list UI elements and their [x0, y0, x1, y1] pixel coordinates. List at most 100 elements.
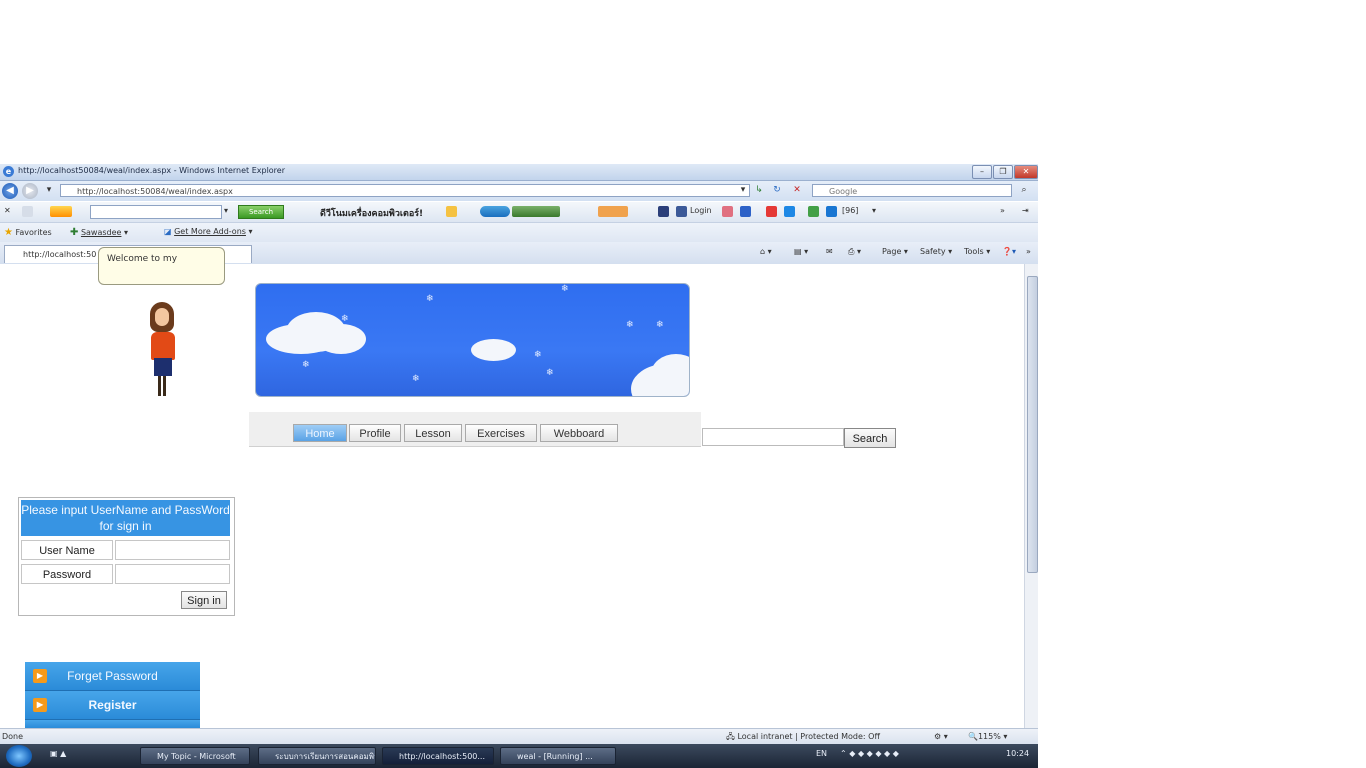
more-dropdown-icon[interactable]: ▾: [872, 206, 876, 215]
toolbar-row: ✕ ▾ Search ดีวีโนมเครื่องคอมพิวเตอร์! Lo…: [0, 202, 1038, 223]
weather-icon[interactable]: [808, 206, 819, 217]
vertical-scrollbar[interactable]: [1024, 264, 1038, 728]
toolbar-search-input[interactable]: [90, 205, 222, 219]
refresh-icon[interactable]: ↻: [770, 184, 784, 197]
start-button[interactable]: [6, 745, 32, 767]
facebook-icon[interactable]: [676, 206, 687, 217]
search-box[interactable]: Google: [812, 184, 1012, 197]
calendar-icon[interactable]: [740, 206, 751, 217]
toolbar-close-icon[interactable]: ✕: [4, 206, 11, 215]
page-content: ❄ ❄ ❄ ❄ ❄ ❄ ❄ ❄ ❄ Home Profile Lesson Ex…: [0, 264, 1024, 728]
command-overflow-icon[interactable]: »: [1026, 247, 1031, 256]
next-menu-button[interactable]: [25, 720, 200, 728]
site-search-button[interactable]: Search: [844, 428, 896, 448]
back-button[interactable]: ◀: [2, 183, 18, 199]
yahoo-icon[interactable]: [50, 206, 72, 217]
tools-menu[interactable]: Tools ▾: [964, 247, 990, 256]
help-icon[interactable]: ❓▾: [1002, 247, 1016, 256]
scroll-thumb[interactable]: [1027, 276, 1038, 573]
nav-lesson[interactable]: Lesson: [404, 424, 462, 442]
address-row: ◀ ▶ ▾ http://localhost:50084/weal/index.…: [0, 181, 1038, 201]
address-dropdown-icon[interactable]: ▾: [738, 184, 748, 197]
mail-read-icon[interactable]: ✉: [826, 247, 833, 256]
browser-window: e http://localhost50084/weal/index.aspx …: [0, 164, 1038, 768]
favorites-item-sawasdee[interactable]: ✚ Sawasdee ▾: [70, 227, 128, 238]
taskbar-item-vs[interactable]: weal - [Running] ...: [500, 747, 616, 765]
counter-badge[interactable]: [96]: [842, 206, 858, 215]
snowflake-icon: ❄: [341, 314, 349, 324]
avatar-face: [155, 308, 169, 326]
mail-icon[interactable]: [446, 206, 457, 217]
protected-mode-icon[interactable]: ⚙ ▾: [934, 729, 948, 745]
forget-password-button[interactable]: ▶ Forget Password: [25, 662, 200, 691]
zoom-control[interactable]: 🔍115% ▾: [968, 729, 1007, 745]
snowflake-icon: ❄: [302, 360, 310, 370]
history-dropdown-icon[interactable]: ▾: [44, 184, 54, 197]
clock[interactable]: 10:24: [1006, 749, 1029, 758]
close-button[interactable]: ✕: [1014, 165, 1038, 179]
signin-button[interactable]: Sign in: [181, 591, 227, 609]
facebook-login-label[interactable]: Login: [690, 206, 712, 215]
register-label: Register: [88, 698, 137, 712]
nav-webboard[interactable]: Webboard: [540, 424, 618, 442]
safety-menu-label: Safety: [920, 247, 946, 256]
login-panel: Please input UserName and PassWord for s…: [18, 497, 235, 616]
news-icon[interactable]: [766, 206, 777, 217]
maximize-button[interactable]: ❐: [993, 165, 1013, 179]
media-controls-icon[interactable]: [480, 206, 510, 217]
nav-exercises[interactable]: Exercises: [465, 424, 537, 442]
taskbar-item-site[interactable]: ระบบการเรียนการสอนคอมพิวเตอร์...: [258, 747, 376, 765]
quicklaunch-icons[interactable]: ▣ ▲: [50, 749, 66, 758]
toolbar-options-icon[interactable]: »: [1000, 206, 1005, 215]
password-field[interactable]: [115, 564, 230, 584]
zone-icon: 🖧: [726, 732, 735, 741]
taskbar-item-browser[interactable]: http://localhost:500...: [382, 747, 494, 765]
games-icon[interactable]: [598, 206, 628, 217]
compat-view-icon[interactable]: ↳: [752, 184, 766, 197]
forward-button[interactable]: ▶: [22, 183, 38, 199]
snowflake-icon: ❄: [561, 284, 569, 294]
toolbar-expand-icon[interactable]: ⇥: [1022, 206, 1029, 215]
favorites-item-addons[interactable]: ◪ Get More Add-ons ▾: [164, 227, 253, 236]
cloud: [316, 324, 366, 354]
favorites-label: Favorites: [15, 228, 52, 237]
security-zone[interactable]: 🖧 Local intranet | Protected Mode: Off: [726, 729, 880, 745]
favorites-button[interactable]: ★ Favorites: [4, 227, 52, 238]
toolbar-logo-icon[interactable]: [22, 206, 33, 217]
page-menu[interactable]: Page ▾: [882, 247, 908, 256]
stop-icon[interactable]: ✕: [790, 184, 804, 197]
login-heading: Please input UserName and PassWord for s…: [21, 500, 230, 536]
ie-logo-icon: e: [3, 166, 14, 177]
taskbar-item-topic[interactable]: My Topic - Microsoft: [140, 747, 250, 765]
toolbar-search-button[interactable]: Search: [238, 205, 284, 219]
username-field[interactable]: [115, 540, 230, 560]
feeds-icon[interactable]: ▤ ▾: [794, 247, 808, 256]
header-banner: ❄ ❄ ❄ ❄ ❄ ❄ ❄ ❄ ❄: [255, 283, 690, 397]
home-icon[interactable]: ⌂ ▾: [760, 247, 772, 256]
toolbar-promo-text[interactable]: ดีวีโนมเครื่องคอมพิวเตอร์!: [320, 206, 423, 220]
window-title: http://localhost50084/weal/index.aspx - …: [18, 166, 286, 175]
nav-home[interactable]: Home: [293, 424, 347, 442]
nav-profile[interactable]: Profile: [349, 424, 401, 442]
favorites-star-icon: ★: [4, 227, 13, 238]
toolbar-dropdown-icon[interactable]: ▾: [224, 206, 228, 215]
tray-icons[interactable]: ⌃ ◆ ◆ ◆ ◆ ◆ ◆: [840, 749, 899, 758]
tools-menu-label: Tools: [964, 247, 984, 256]
screen-icon[interactable]: [784, 206, 795, 217]
rss-icon[interactable]: [826, 206, 837, 217]
messenger-icon[interactable]: [658, 206, 669, 217]
safety-menu[interactable]: Safety ▾: [920, 247, 952, 256]
player-icon[interactable]: [512, 206, 560, 217]
address-bar[interactable]: http://localhost:50084/weal/index.aspx: [60, 184, 750, 197]
site-search-input[interactable]: [702, 428, 844, 446]
snowflake-icon: ❄: [626, 320, 634, 330]
minimize-button[interactable]: –: [972, 165, 992, 179]
print-icon[interactable]: ⎙ ▾: [848, 247, 861, 257]
search-icon[interactable]: ⌕: [1014, 184, 1034, 197]
zoom-level: 115%: [977, 732, 1001, 741]
page-menu-label: Page: [882, 247, 902, 256]
hi5-icon[interactable]: [722, 206, 733, 217]
language-indicator[interactable]: EN: [816, 749, 827, 758]
status-bar: Done 🖧 Local intranet | Protected Mode: …: [0, 728, 1038, 745]
register-button[interactable]: ▶ Register: [25, 691, 200, 720]
